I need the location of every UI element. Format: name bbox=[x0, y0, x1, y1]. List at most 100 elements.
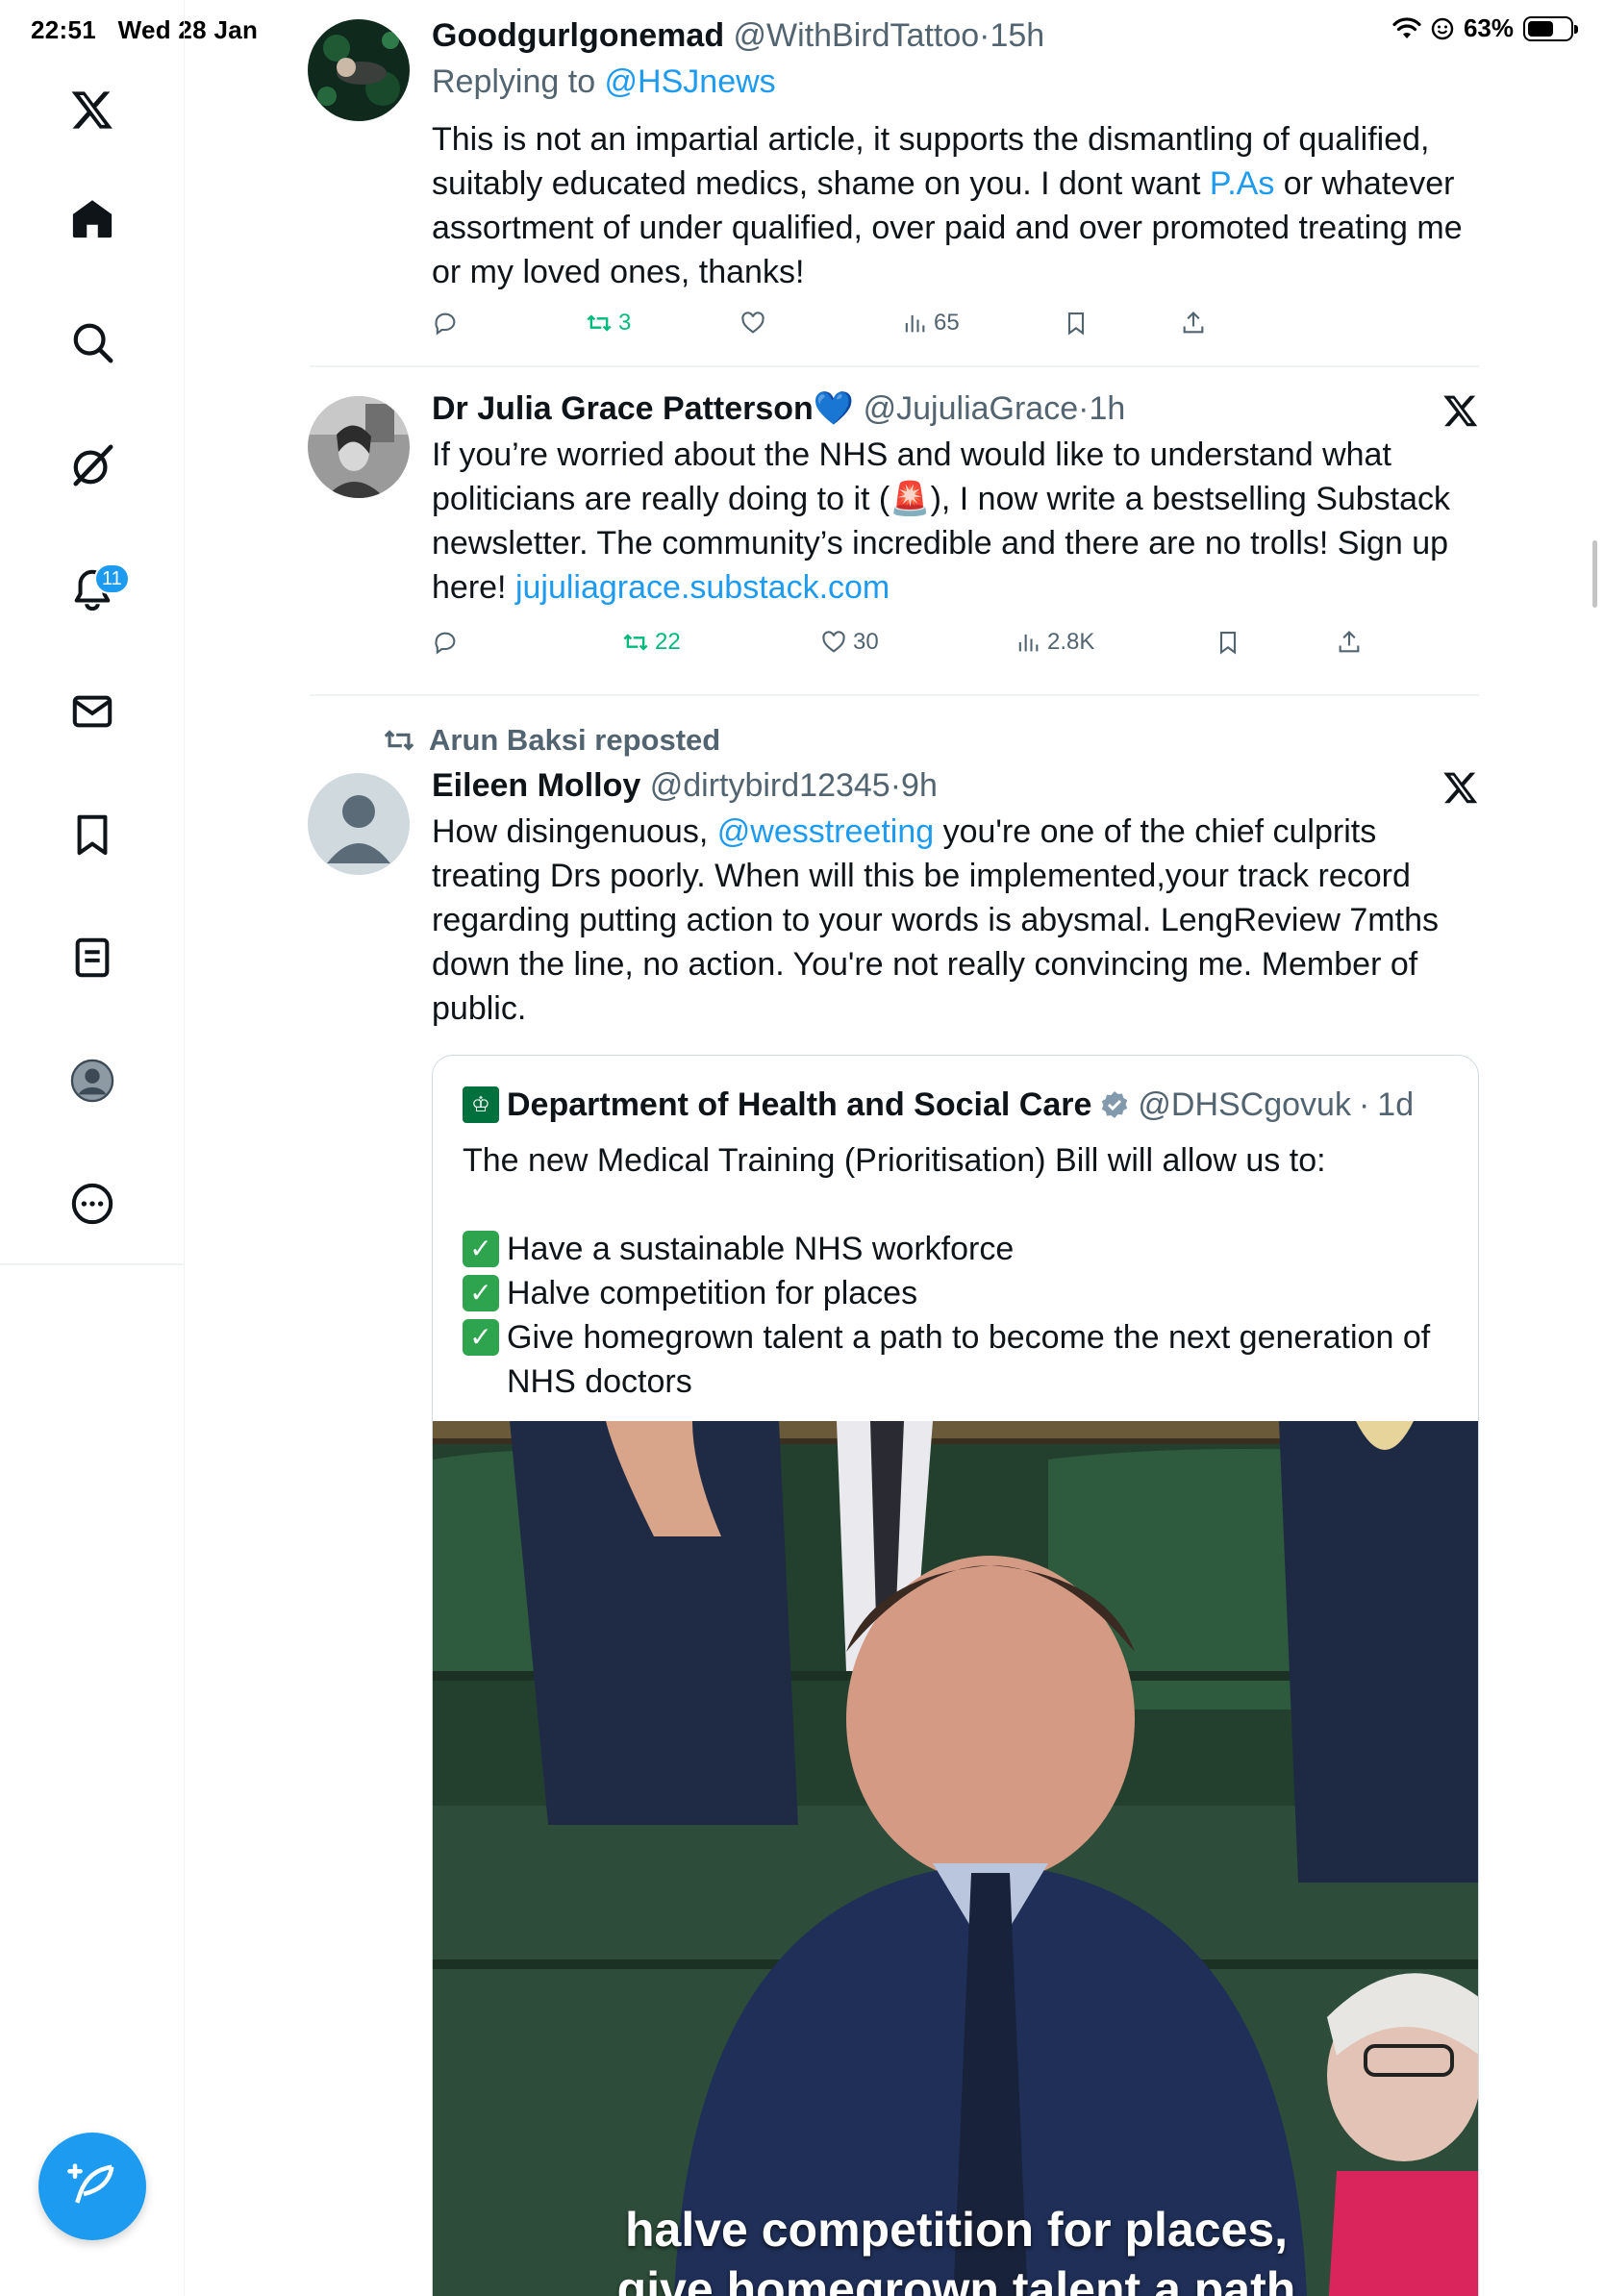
views-count: 65 bbox=[934, 310, 960, 336]
siren-emoji: 🚨 bbox=[890, 481, 931, 517]
replying-to-link[interactable]: @HSJnews bbox=[605, 63, 776, 100]
tweet-time: 1h bbox=[1089, 390, 1126, 427]
quoted-author-handle[interactable]: @DHSCgovuk bbox=[1138, 1085, 1351, 1125]
tweet-link[interactable]: jujuliagrace.substack.com bbox=[515, 569, 890, 606]
views-chart-icon bbox=[905, 314, 925, 333]
check-mark-icon: ✓ bbox=[463, 1319, 499, 1356]
reply-button[interactable] bbox=[432, 629, 459, 656]
quoted-author-name[interactable]: Department of Health and Social Care bbox=[507, 1085, 1091, 1125]
share-icon bbox=[1183, 312, 1204, 334]
more-circle-icon bbox=[71, 1183, 113, 1225]
sidebar-item-profile[interactable] bbox=[44, 1033, 140, 1129]
quoted-tweet-text: The new Medical Training (Prioritisation… bbox=[463, 1138, 1448, 1404]
sidebar-nav: 11 bbox=[0, 0, 185, 2296]
tweet[interactable]: Eileen Molloy @dirtybird12345·9h How dis… bbox=[308, 765, 1479, 1054]
replying-prefix: Replying to bbox=[432, 63, 605, 100]
author-name[interactable]: Dr Julia Grace Patterson bbox=[432, 390, 814, 427]
blue-heart-emoji: 💙 bbox=[813, 390, 855, 427]
tweet-text: This is not an impartial article, it sup… bbox=[432, 117, 1479, 294]
sidebar-item-bookmarks[interactable] bbox=[44, 786, 140, 883]
retweet-count: 3 bbox=[618, 310, 632, 336]
sidebar-item-lists[interactable] bbox=[44, 910, 140, 1006]
retweet-button[interactable]: 3 bbox=[586, 310, 631, 337]
tweet[interactable]: Dr Julia Grace Patterson💙 @JujuliaGrace·… bbox=[308, 388, 1479, 686]
repost-indicator: Arun Baksi reposted bbox=[383, 723, 720, 758]
separator-dot: · bbox=[1358, 1086, 1370, 1123]
bookmark-icon bbox=[1219, 632, 1237, 655]
reposted-by[interactable]: Arun Baksi reposted bbox=[429, 723, 720, 758]
views-button[interactable]: 65 bbox=[901, 310, 960, 337]
share-button[interactable] bbox=[1336, 629, 1363, 656]
views-chart-icon bbox=[1018, 634, 1039, 652]
quoted-video[interactable]: halve competition for places, give homeg… bbox=[433, 1421, 1478, 2296]
scrollbar[interactable] bbox=[1592, 540, 1597, 608]
sidebar-item-x-logo[interactable] bbox=[44, 62, 140, 158]
author-name[interactable]: Goodgurlgonemad bbox=[432, 17, 724, 54]
tweet-text: If you’re worried about the NHS and woul… bbox=[432, 433, 1479, 610]
avatar[interactable] bbox=[308, 19, 410, 121]
grok-icon bbox=[73, 444, 113, 487]
tweet-text-part: How disingenuous, bbox=[432, 813, 717, 850]
sidebar-item-messages[interactable] bbox=[44, 663, 140, 760]
video-caption-line: halve competition for places, bbox=[624, 2203, 1289, 2257]
heart-icon bbox=[741, 312, 764, 334]
tweet-divider bbox=[310, 365, 1479, 367]
crest-icon: ♔ bbox=[463, 1086, 499, 1123]
views-button[interactable]: 2.8K bbox=[1015, 629, 1094, 656]
sidebar-item-home[interactable] bbox=[44, 171, 140, 267]
profile-avatar-icon bbox=[70, 1059, 114, 1103]
share-button[interactable] bbox=[1180, 310, 1207, 337]
like-count: 30 bbox=[853, 629, 879, 655]
avatar-image bbox=[308, 396, 410, 498]
like-button[interactable]: 30 bbox=[820, 629, 879, 656]
x-logo-icon[interactable] bbox=[1442, 392, 1479, 429]
tweet[interactable]: Goodgurlgonemad @WithBirdTattoo·15h Repl… bbox=[308, 15, 1479, 362]
avatar[interactable] bbox=[308, 396, 410, 498]
lists-icon bbox=[75, 937, 110, 978]
author-handle[interactable]: @WithBirdTattoo bbox=[734, 17, 980, 54]
reply-icon bbox=[435, 632, 456, 655]
tweet-header: Dr Julia Grace Patterson💙 @JujuliaGrace·… bbox=[432, 388, 1479, 429]
sidebar-item-search[interactable] bbox=[44, 294, 140, 390]
x-logo-icon[interactable] bbox=[1442, 769, 1479, 806]
video-caption: halve competition for places, give homeg… bbox=[433, 2200, 1478, 2296]
separator-dot: · bbox=[890, 767, 902, 804]
video-frame bbox=[433, 1421, 1478, 2296]
tweet-header: Eileen Molloy @dirtybird12345·9h bbox=[432, 765, 1479, 806]
bookmark-button[interactable] bbox=[1215, 629, 1241, 656]
sidebar-item-grok[interactable] bbox=[44, 417, 140, 513]
compose-button[interactable] bbox=[38, 2133, 146, 2240]
quoted-tweet-time: 1d bbox=[1377, 1086, 1415, 1123]
x-logo-icon bbox=[71, 91, 113, 129]
tweet-time: 15h bbox=[990, 17, 1045, 54]
checklist-text: Have a sustainable NHS workforce bbox=[507, 1231, 1015, 1267]
sidebar-divider bbox=[0, 1263, 185, 1265]
home-icon bbox=[72, 200, 113, 238]
heart-icon bbox=[822, 631, 845, 653]
share-icon bbox=[1339, 631, 1360, 653]
retweet-icon bbox=[587, 314, 612, 332]
check-mark-icon: ✓ bbox=[463, 1275, 499, 1311]
avatar[interactable] bbox=[308, 773, 410, 875]
author-name[interactable]: Eileen Molloy bbox=[432, 767, 640, 804]
sidebar-item-notifications[interactable]: 11 bbox=[44, 540, 140, 636]
bookmark-button[interactable] bbox=[1063, 310, 1090, 337]
tweet-text: How disingenuous, @wesstreeting you're o… bbox=[432, 810, 1479, 1031]
retweet-button[interactable]: 22 bbox=[622, 629, 681, 656]
sidebar-item-more[interactable] bbox=[44, 1156, 140, 1252]
reply-icon bbox=[435, 312, 456, 336]
tweet-link[interactable]: P.As bbox=[1210, 165, 1274, 202]
quoted-tweet[interactable]: ♔ Department of Health and Social Care @… bbox=[432, 1055, 1479, 2296]
views-count: 2.8K bbox=[1047, 629, 1095, 655]
author-handle[interactable]: @JujuliaGrace bbox=[864, 390, 1079, 427]
tweet-time: 9h bbox=[901, 767, 938, 804]
messages-envelope-icon bbox=[72, 695, 113, 728]
like-button[interactable] bbox=[739, 310, 772, 337]
bookmark-icon bbox=[1067, 312, 1085, 336]
retweet-count: 22 bbox=[655, 629, 681, 655]
tweet-divider bbox=[310, 694, 1479, 696]
author-handle[interactable]: @dirtybird12345 bbox=[650, 767, 890, 804]
reply-button[interactable] bbox=[432, 310, 459, 337]
mention-link[interactable]: @wesstreeting bbox=[717, 813, 934, 850]
checklist-item: ✓ Give homegrown talent a path to become … bbox=[463, 1315, 1448, 1404]
